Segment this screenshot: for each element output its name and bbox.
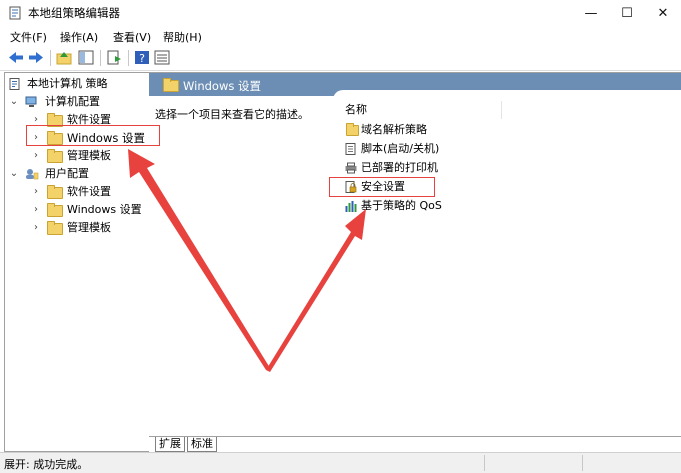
tree-label: Windows 设置 bbox=[67, 203, 142, 216]
close-button[interactable]: ✕ bbox=[645, 0, 681, 26]
highlight-security-settings bbox=[329, 177, 435, 197]
tab-extended[interactable]: 扩展 bbox=[155, 437, 185, 452]
computer-icon bbox=[25, 96, 37, 107]
description-text: 选择一个项目来查看它的描述。 bbox=[155, 108, 309, 121]
forward-arrow-icon[interactable] bbox=[28, 50, 44, 65]
pane-header-title: Windows 设置 bbox=[183, 79, 261, 93]
folder-icon bbox=[346, 123, 359, 136]
folder-icon bbox=[47, 185, 63, 199]
folder-icon bbox=[47, 221, 63, 235]
tree-label: 计算机配置 bbox=[45, 95, 100, 108]
tree-label: 管理模板 bbox=[67, 149, 111, 162]
list-item-label: 基于策略的 QoS bbox=[361, 199, 442, 212]
menu-help[interactable]: 帮助(H) bbox=[160, 29, 205, 45]
menu-action[interactable]: 操作(A) bbox=[57, 29, 101, 45]
column-header-name[interactable]: 名称 bbox=[345, 101, 681, 119]
menu-file[interactable]: 文件(F) bbox=[7, 29, 50, 45]
status-text: 展开: 成功完成。 bbox=[4, 458, 89, 471]
chevron-right-icon[interactable]: › bbox=[31, 183, 41, 201]
tab-standard[interactable]: 标准 bbox=[187, 437, 217, 452]
folder-icon bbox=[47, 149, 63, 163]
chevron-right-icon[interactable]: › bbox=[31, 219, 41, 237]
minimize-button[interactable]: — bbox=[573, 0, 609, 26]
tree-label: 管理模板 bbox=[67, 221, 111, 234]
chevron-right-icon[interactable]: › bbox=[31, 147, 41, 165]
chevron-down-icon[interactable]: ⌄ bbox=[9, 93, 19, 111]
menu-view[interactable]: 查看(V) bbox=[110, 29, 154, 45]
properties-view-icon[interactable] bbox=[154, 50, 170, 65]
help-icon[interactable]: ? bbox=[134, 50, 150, 65]
chevron-down-icon[interactable]: ⌄ bbox=[9, 165, 19, 183]
svg-text:?: ? bbox=[139, 52, 145, 65]
status-bar: 展开: 成功完成。 bbox=[0, 452, 681, 473]
tree-label: 软件设置 bbox=[67, 185, 111, 198]
tree-label: 用户配置 bbox=[45, 167, 89, 180]
folder-icon bbox=[163, 78, 179, 92]
qos-chart-icon bbox=[345, 201, 357, 212]
show-hide-tree-icon[interactable] bbox=[78, 50, 94, 65]
list-item-label: 域名解析策略 bbox=[361, 123, 427, 136]
window-title: 本地组策略编辑器 bbox=[28, 6, 120, 20]
script-icon bbox=[345, 143, 356, 155]
title-bar: 本地组策略编辑器 — ☐ ✕ bbox=[0, 0, 681, 26]
list-item-label: 脚本(启动/关机) bbox=[361, 142, 440, 155]
view-tabs: 扩展 标准 bbox=[149, 436, 681, 453]
back-arrow-icon[interactable] bbox=[8, 50, 24, 65]
export-list-icon[interactable] bbox=[106, 50, 122, 65]
details-pane: Windows 设置 选择一个项目来查看它的描述。 名称 域名解析策略 脚本(启… bbox=[149, 72, 681, 437]
toolbar: ? bbox=[0, 46, 681, 71]
printer-icon bbox=[345, 162, 357, 174]
highlight-windows-settings bbox=[26, 125, 160, 146]
user-icon bbox=[26, 169, 39, 180]
folder-icon bbox=[47, 203, 63, 217]
list-item-label: 已部署的打印机 bbox=[361, 161, 438, 174]
maximize-button[interactable]: ☐ bbox=[609, 0, 645, 26]
policy-editor-app-icon bbox=[9, 6, 21, 20]
up-folder-icon[interactable] bbox=[56, 50, 72, 65]
tree-label: 本地计算机 策略 bbox=[27, 77, 108, 90]
policy-doc-icon bbox=[9, 78, 20, 90]
menu-bar: 文件(F) 操作(A) 查看(V) 帮助(H) bbox=[0, 26, 681, 46]
chevron-right-icon[interactable]: › bbox=[31, 201, 41, 219]
